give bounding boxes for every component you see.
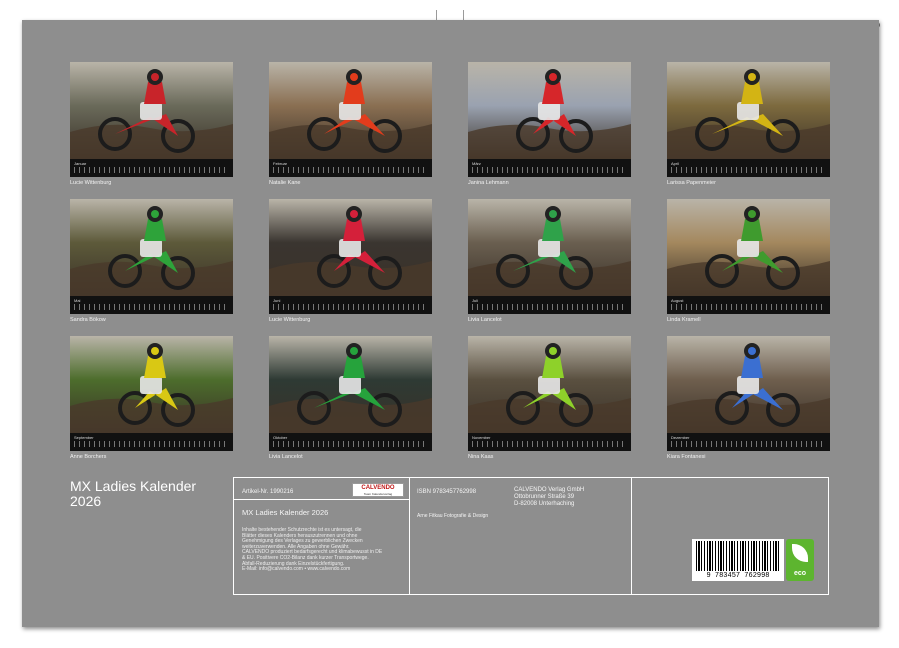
month-page-thumbnail: September Anne Borchers: [70, 336, 233, 461]
month-label: Juni: [273, 298, 280, 303]
month-page-thumbnail: Juli Livia Lancelot: [468, 199, 631, 324]
calendar-grid-strip: Januar: [70, 159, 233, 177]
rider-caption: Nina Kaas: [468, 453, 631, 461]
calendar-title: MX Ladies Kalender 2026: [70, 479, 220, 509]
author: Arne Fitkau Fotografie & Design: [417, 513, 488, 520]
motocross-photo: [269, 62, 432, 159]
month-label: Februar: [273, 161, 287, 166]
motocross-photo: [70, 199, 233, 296]
rider-caption: Janina Lehmann: [468, 179, 631, 187]
rider-caption: Kiara Fontanesi: [667, 453, 830, 461]
day-grid: [472, 304, 627, 310]
day-grid: [273, 304, 428, 310]
rider-caption: Lucie Wittenburg: [70, 179, 233, 187]
motocross-photo: [70, 62, 233, 159]
motocross-photo: [70, 336, 233, 433]
motocross-photo: [667, 199, 830, 296]
day-grid: [273, 441, 428, 447]
calendar-grid-strip: März: [468, 159, 631, 177]
calendar-title-line-1: MX Ladies Kalender: [70, 479, 220, 494]
isbn-barcode: 9 783457 762998: [692, 539, 784, 581]
motocross-photo: [269, 199, 432, 296]
motocross-photo: [667, 336, 830, 433]
day-grid: [671, 304, 826, 310]
calendar-grid-strip: August: [667, 296, 830, 314]
month-page-thumbnail: Januar Lucie Wittenburg: [70, 62, 233, 187]
calendar-grid-strip: Juni: [269, 296, 432, 314]
eco-label: eco: [786, 570, 814, 577]
calendar-grid-strip: Februar: [269, 159, 432, 177]
month-page-thumbnail: November Nina Kaas: [468, 336, 631, 461]
month-page-thumbnail: Dezember Kiara Fontanesi: [667, 336, 830, 461]
motocross-photo: [468, 62, 631, 159]
calendar-grid-strip: Juli: [468, 296, 631, 314]
rider-caption: Linda Kramell: [667, 316, 830, 324]
month-page-thumbnail: Mai Sandra Bökow: [70, 199, 233, 324]
month-page-thumbnail: August Linda Kramell: [667, 199, 830, 324]
legal-line: E-Mail: info@calvendo.com • www.calvendo…: [242, 567, 402, 573]
month-label: Dezember: [671, 435, 689, 440]
publisher-line-1: CALVENDO Verlag GmbH: [514, 487, 584, 494]
calvendo-logo-text: CALVENDO: [353, 484, 403, 492]
month-page-thumbnail: Oktober Livia Lancelot: [269, 336, 432, 461]
article-number: Artikel-Nr. 1990216: [242, 489, 293, 496]
motocross-photo: [468, 199, 631, 296]
calendar-grid-strip: September: [70, 433, 233, 451]
month-label: April: [671, 161, 679, 166]
isbn: ISBN 9783457762998: [417, 489, 476, 496]
eco-badge: eco: [786, 539, 814, 581]
calvendo-logo: CALVENDO Team Kalenderverlag: [352, 483, 404, 497]
month-label: August: [671, 298, 683, 303]
motocross-photo: [667, 62, 830, 159]
day-grid: [273, 167, 428, 173]
rider-caption: Sandra Bökow: [70, 316, 233, 324]
barcode-bars: [696, 541, 780, 571]
day-grid: [472, 167, 627, 173]
month-label: November: [472, 435, 490, 440]
info-column-isbn: ISBN 9783457762998 Arne Fitkau Fotografi…: [409, 478, 632, 594]
legal-text: Inhalte bestehender Schutzrechte ist es …: [242, 528, 402, 573]
leaf-icon: [792, 544, 808, 562]
publisher-line-3: D-82008 Unterhaching: [514, 501, 574, 508]
product-name: MX Ladies Kalender 2026: [242, 509, 328, 516]
rider-caption: Larissa Papenmeier: [667, 179, 830, 187]
calendar-grid-strip: Mai: [70, 296, 233, 314]
publisher-line-2: Ottobrunner Straße 39: [514, 494, 574, 501]
calendar-title-line-2: 2026: [70, 494, 220, 509]
day-grid: [74, 304, 229, 310]
info-column-article: Artikel-Nr. 1990216 CALVENDO Team Kalend…: [234, 478, 410, 594]
month-label: Juli: [472, 298, 478, 303]
calvendo-logo-sub: Team Kalenderverlag: [353, 492, 403, 496]
day-grid: [74, 167, 229, 173]
calendar-grid-strip: November: [468, 433, 631, 451]
day-grid: [74, 441, 229, 447]
rider-caption: Livia Lancelot: [468, 316, 631, 324]
rider-caption: Natalie Kane: [269, 179, 432, 187]
calendar-grid-strip: April: [667, 159, 830, 177]
rider-caption: Lucie Wittenburg: [269, 316, 432, 324]
calendar-grid-strip: Dezember: [667, 433, 830, 451]
month-page-thumbnail: Juni Lucie Wittenburg: [269, 199, 432, 324]
motocross-photo: [468, 336, 631, 433]
rider-caption: Anne Borchers: [70, 453, 233, 461]
motocross-photo: [269, 336, 432, 433]
barcode-number: 9 783457 762998: [692, 572, 784, 580]
day-grid: [671, 167, 826, 173]
month-label: März: [472, 161, 481, 166]
month-page-thumbnail: April Larissa Papenmeier: [667, 62, 830, 187]
month-page-thumbnail: März Janina Lehmann: [468, 62, 631, 187]
day-grid: [472, 441, 627, 447]
day-grid: [671, 441, 826, 447]
rider-caption: Livia Lancelot: [269, 453, 432, 461]
month-label: September: [74, 435, 94, 440]
month-label: Januar: [74, 161, 86, 166]
calendar-grid-strip: Oktober: [269, 433, 432, 451]
month-label: Oktober: [273, 435, 287, 440]
month-label: Mai: [74, 298, 80, 303]
month-page-thumbnail: Februar Natalie Kane: [269, 62, 432, 187]
